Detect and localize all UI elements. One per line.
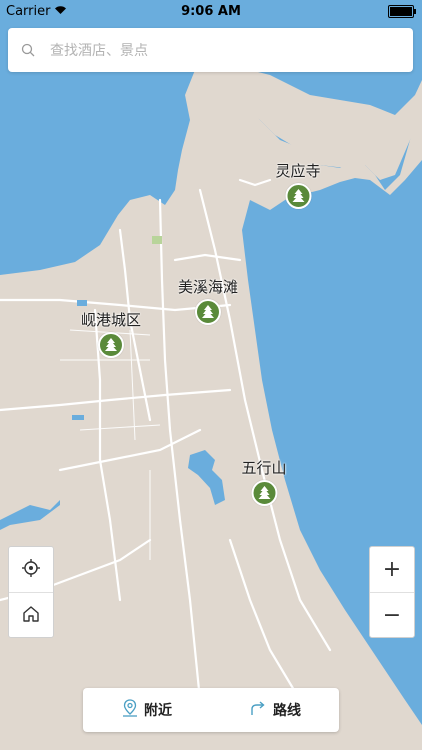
tree-icon: [194, 299, 221, 325]
poi-label: 五行山: [241, 459, 287, 477]
route-button[interactable]: 路线: [211, 688, 339, 732]
zoom-controls: + −: [369, 546, 415, 638]
map-canvas[interactable]: [0, 0, 422, 750]
clock: 9:06 AM: [181, 3, 241, 19]
battery-icon: [388, 4, 416, 18]
route-icon: [249, 699, 267, 721]
poi-my-khe-beach[interactable]: 美溪海滩: [178, 276, 238, 325]
left-map-controls: [8, 546, 54, 638]
poi-label: 岘港城区: [80, 311, 142, 329]
status-bar: Carrier 9:06 AM: [0, 0, 422, 22]
nearby-label: 附近: [144, 703, 172, 719]
crosshair-icon: [21, 558, 41, 582]
poi-marble-mountains[interactable]: 五行山: [241, 457, 287, 506]
search-icon: [20, 42, 36, 58]
home-button[interactable]: [9, 592, 53, 638]
tree-icon: [284, 183, 311, 209]
poi-label: 灵应寺: [275, 162, 321, 180]
poi-da-nang-city[interactable]: 岘港城区: [81, 309, 141, 358]
zoom-in-button[interactable]: +: [370, 547, 414, 592]
plus-icon: +: [382, 557, 402, 582]
map-pin-icon: [122, 699, 138, 721]
nearby-button[interactable]: 附近: [83, 688, 211, 732]
tree-icon: [250, 480, 277, 506]
zoom-out-button[interactable]: −: [370, 592, 414, 638]
minus-icon: −: [382, 603, 402, 628]
search-input[interactable]: 查找酒店、景点: [50, 40, 148, 60]
route-label: 路线: [273, 703, 301, 719]
bottom-action-bar: 附近 路线: [83, 688, 339, 732]
tree-icon: [97, 332, 124, 358]
home-icon: [21, 604, 41, 628]
search-bar[interactable]: 查找酒店、景点: [8, 28, 413, 72]
locate-button[interactable]: [9, 547, 53, 592]
poi-label: 美溪海滩: [177, 278, 239, 296]
poi-linh-ung-pagoda[interactable]: 灵应寺: [275, 160, 321, 209]
